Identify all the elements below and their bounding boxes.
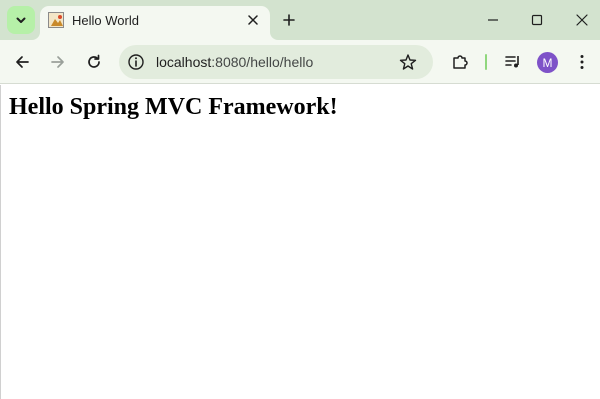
star-icon: [399, 54, 417, 70]
media-controls-button[interactable]: [503, 52, 523, 72]
profile-avatar[interactable]: M: [537, 52, 558, 73]
active-tab[interactable]: Hello World: [40, 6, 270, 40]
extensions-button[interactable]: [450, 52, 470, 72]
tab-strip: Hello World: [0, 0, 600, 40]
address-bar[interactable]: localhost:8080/hello/hello: [119, 45, 433, 79]
url-text[interactable]: localhost:8080/hello/hello: [156, 54, 313, 70]
page-heading: Hello Spring MVC Framework!: [9, 94, 338, 120]
toolbar-divider: [485, 54, 487, 70]
new-tab-button[interactable]: [279, 10, 299, 30]
maximize-button[interactable]: [527, 10, 547, 30]
page-content: Hello Spring MVC Framework!: [0, 85, 600, 399]
arrow-right-icon: [51, 56, 64, 68]
minimize-button[interactable]: [483, 10, 503, 30]
arrow-left-icon: [16, 56, 29, 68]
reload-button[interactable]: [84, 52, 104, 72]
media-queue-icon: [505, 56, 519, 68]
url-path: :8080/hello/hello: [211, 54, 314, 70]
reload-icon: [88, 54, 100, 68]
forward-button[interactable]: [48, 52, 68, 72]
plus-icon: [283, 14, 295, 26]
minimize-icon: [488, 19, 498, 21]
puzzle-icon: [453, 55, 468, 69]
tab-title: Hello World: [72, 13, 139, 28]
tab-search-button[interactable]: [7, 6, 35, 34]
menu-button[interactable]: [572, 52, 592, 72]
browser-toolbar: localhost:8080/hello/hello: [0, 40, 600, 84]
info-icon: [128, 54, 144, 70]
close-window-button[interactable]: [572, 10, 592, 30]
url-host: localhost: [156, 54, 212, 70]
tab-close-button[interactable]: [244, 11, 262, 29]
close-icon: [248, 15, 258, 25]
bookmark-button[interactable]: [399, 53, 417, 71]
site-info-button[interactable]: [127, 53, 145, 71]
close-icon: [576, 14, 588, 26]
page-favicon: [48, 12, 64, 28]
back-button[interactable]: [12, 52, 32, 72]
maximize-icon: [531, 14, 543, 26]
kebab-icon: [580, 55, 584, 69]
chevron-down-icon: [16, 17, 26, 23]
